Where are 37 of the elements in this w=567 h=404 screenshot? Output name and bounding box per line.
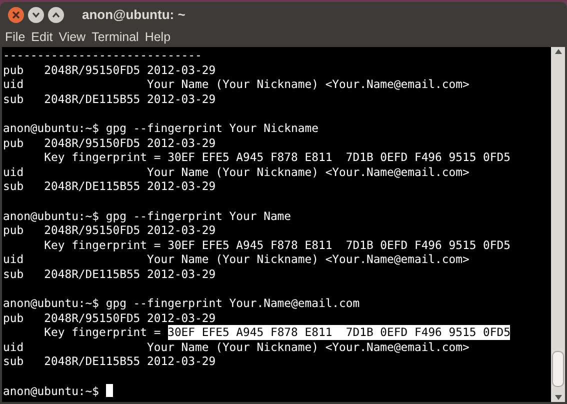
terminal-line: pub 2048R/95150FD5 2012-03-29 — [3, 136, 216, 150]
terminal-line: anon@ubuntu:~$ gpg --fingerprint Your Name — [3, 208, 292, 224]
terminal-line: anon@ubuntu:~$ gpg --fingerprint Your Nickname — [3, 120, 318, 136]
scroll-up-icon — [554, 49, 562, 54]
minimize-button[interactable] — [28, 6, 44, 22]
terminal-line: anon@ubuntu:~$ gpg --fingerprint Your.Name@email.com — [3, 296, 360, 311]
chevron-down-icon — [32, 12, 40, 18]
terminal-line: sub 2048R/DE115B55 2012-03-29 — [3, 179, 216, 194]
window-title: anon@ubuntu: ~ — [82, 6, 186, 24]
menu-item[interactable]: View — [56, 28, 89, 46]
maximize-button[interactable] — [48, 6, 64, 22]
menu-item[interactable]: Terminal — [88, 28, 142, 46]
terminal-line: sub 2048R/DE115B55 2012-03-29 — [3, 266, 216, 282]
shell-prompt: anon@ubuntu:~$ — [3, 384, 100, 398]
terminal-line: uid Your Name (Your Nickname) <Your.Name@email.com> — [3, 77, 470, 92]
close-icon — [12, 10, 20, 18]
terminal-line: Key fingerprint = — [43, 325, 162, 340]
terminal-line: Key fingerprint = 30EF EFE5 A945 F878 E811 7D1B 0EFD F496 9515 0FD5 — [43, 238, 510, 252]
terminal-line: pub 2048R/95150FD5 2012-03-29 — [3, 223, 216, 238]
terminal-line: Key fingerprint = 30EF EFE5 A945 F878 E811 7D1B 0EFD F496 9515 0FD5 — [43, 150, 510, 165]
menu-item[interactable]: Help — [142, 28, 174, 46]
scroll-down-icon — [554, 395, 562, 400]
close-button[interactable] — [8, 6, 24, 22]
terminal-line: pub 2048R/95150FD5 2012-03-29 — [3, 62, 216, 78]
terminal-line: uid Your Name (Your Nickname) <Your.Name@email.com> — [3, 252, 470, 267]
scrollbar[interactable] — [551, 47, 565, 402]
terminal-line: pub 2048R/95150FD5 2012-03-29 — [3, 310, 216, 326]
terminal-line: ----------------------------- — [3, 48, 202, 63]
menu-item[interactable]: Edit — [28, 28, 56, 46]
terminal-line: sub 2048R/DE115B55 2012-03-29 — [3, 92, 216, 106]
terminal-line: sub 2048R/DE115B55 2012-03-29 — [3, 354, 216, 370]
terminal-line: uid Your Name (Your Nickname) <Your.Name@email.com> — [3, 340, 470, 354]
selected-text: 30EF EFE5 A945 F878 E811 7D1B 0EFD F496 9515 0FD5 — [168, 325, 510, 340]
menu-item[interactable]: File — [2, 28, 28, 46]
scrollbar-thumb[interactable] — [552, 351, 564, 387]
terminal-line: uid Your Name (Your Nickname) <Your.Name@email.com> — [3, 164, 470, 180]
chevron-up-icon — [52, 12, 60, 18]
